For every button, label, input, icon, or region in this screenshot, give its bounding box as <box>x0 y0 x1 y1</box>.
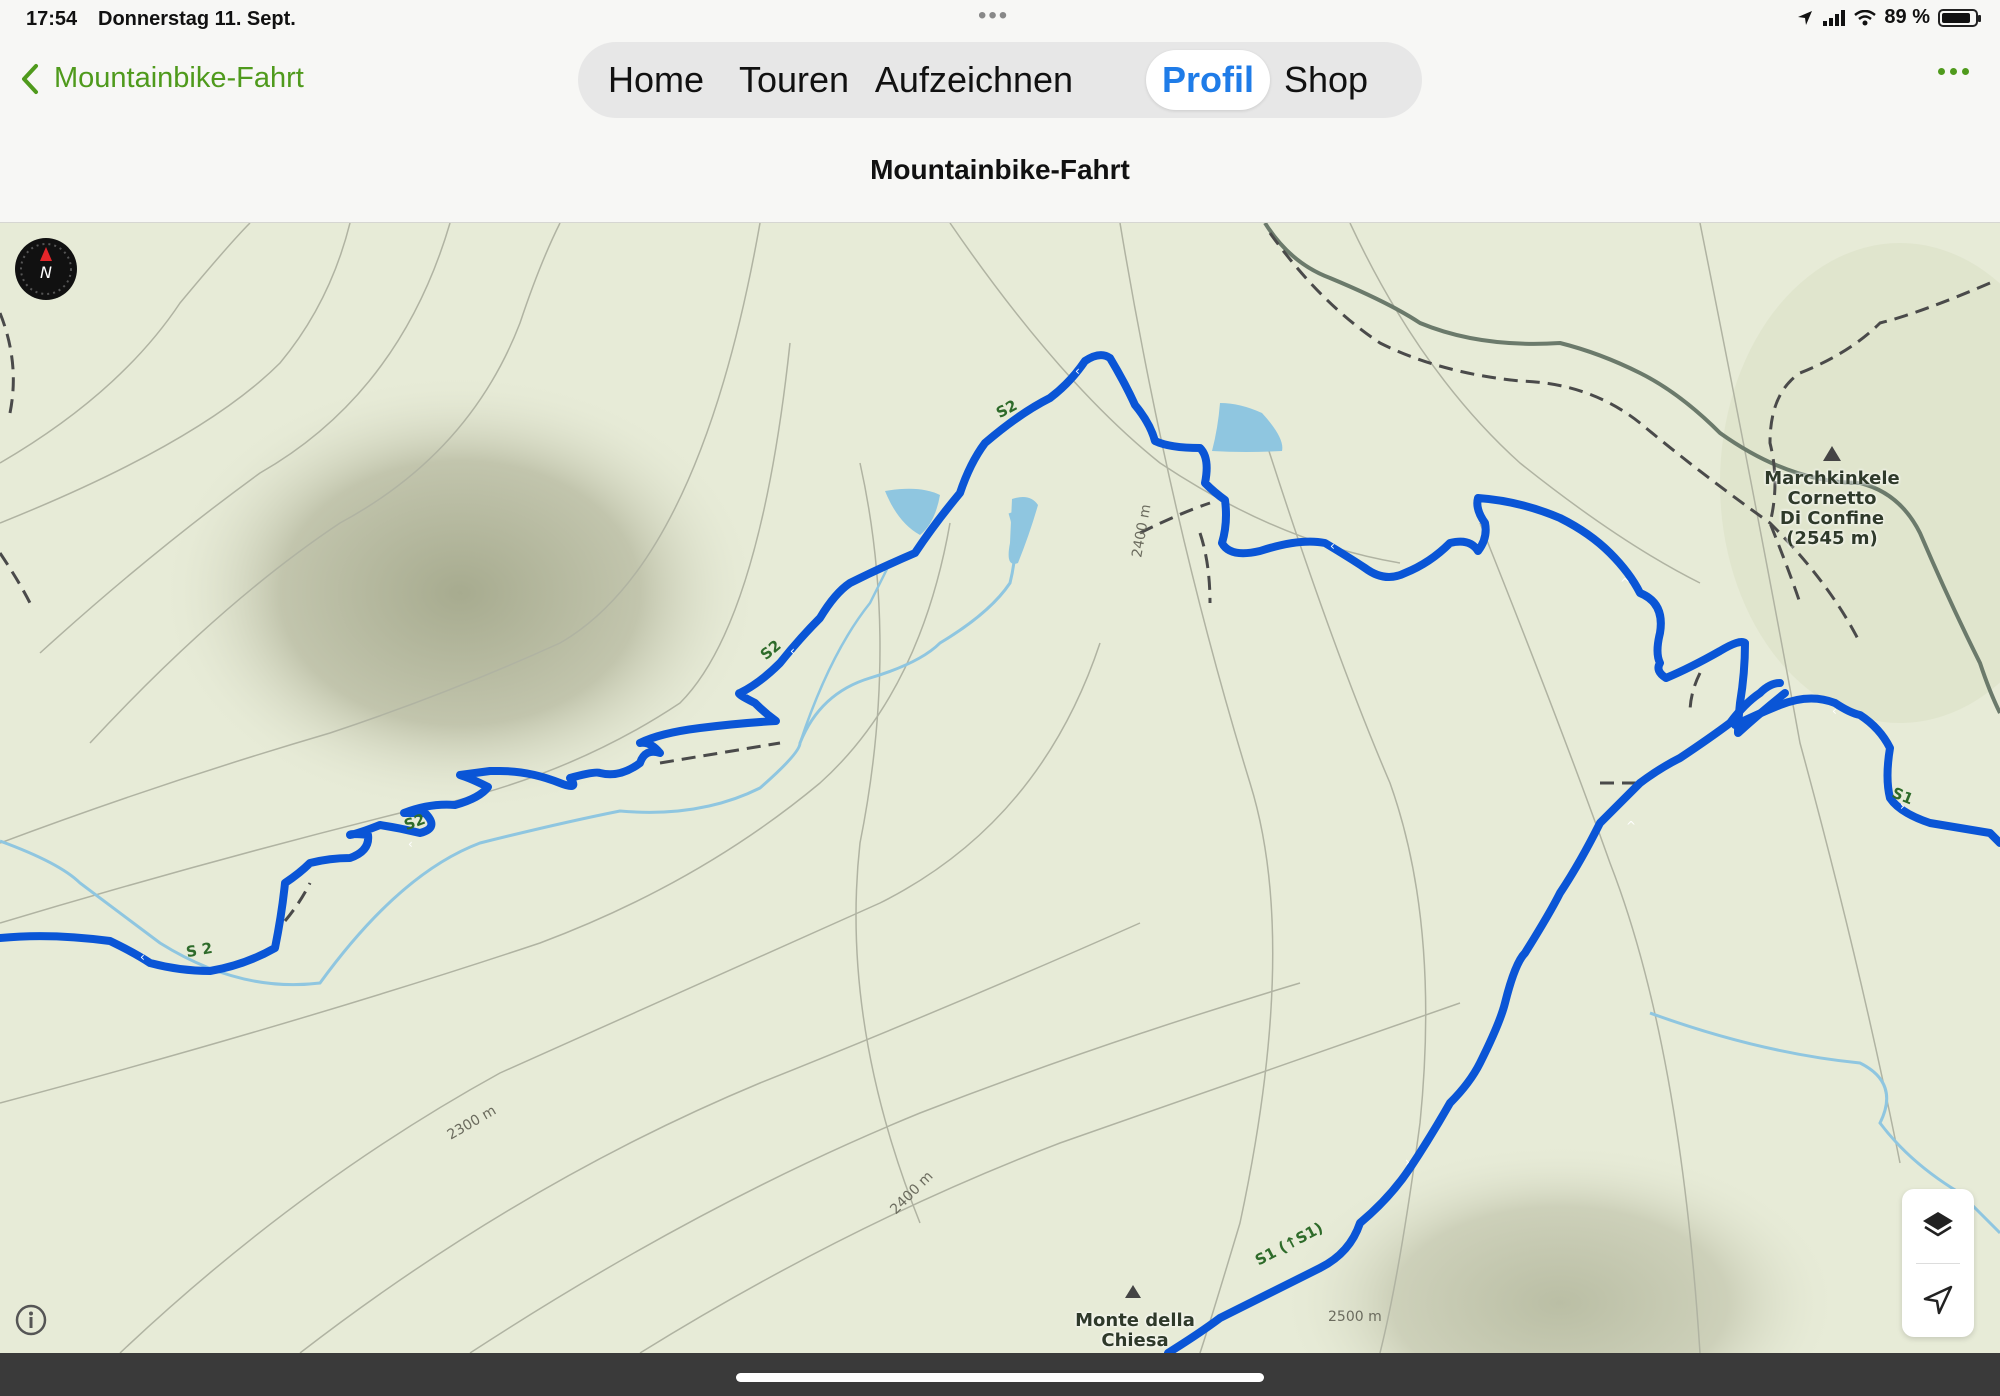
summit-label: Monte della Chiesa <box>1060 1311 1210 1351</box>
terrain-shading <box>160 373 760 813</box>
page-title: Mountainbike-Fahrt <box>870 154 1130 185</box>
compass-north-label: N <box>40 263 52 282</box>
svg-text:‹: ‹ <box>1075 364 1080 378</box>
tab-profil[interactable]: Profil <box>1146 50 1270 110</box>
summit-name: Di Confine <box>1779 508 1885 529</box>
svg-text:^: ^ <box>1620 576 1630 590</box>
location-services-icon <box>1798 10 1813 25</box>
tab-touren[interactable]: Touren <box>730 50 858 110</box>
contour-label: 2500 m <box>1328 1309 1382 1325</box>
svg-text:^: ^ <box>1626 819 1636 833</box>
map-canvas[interactable]: ‹ ‹ ‹ ‹ ‹ ^ ^ › ‹ › <box>0 223 2000 1353</box>
summit-elevation: (2545 m) <box>1786 528 1878 549</box>
layers-icon[interactable] <box>1902 1189 1974 1263</box>
compass-icon[interactable]: N <box>14 237 78 301</box>
tab-aufzeichnen[interactable]: Aufzeichnen <box>868 50 1080 110</box>
ellipsis-icon[interactable] <box>1930 60 1977 83</box>
svg-text:‹: ‹ <box>140 950 145 964</box>
map-controls <box>1902 1189 1974 1337</box>
battery-icon <box>1938 8 1981 27</box>
svg-text:›: › <box>1405 1155 1410 1169</box>
svg-text:‹: ‹ <box>1832 704 1837 718</box>
svg-text:‹: ‹ <box>408 837 413 851</box>
svg-text:‹: ‹ <box>790 644 795 658</box>
status-time: 17:54 <box>26 8 78 30</box>
summit-label: Marchkinkele Cornetto Di Confine (2545 m… <box>1752 469 1912 549</box>
summit-name: Marchkinkele <box>1764 468 1900 489</box>
tab-home[interactable]: Home <box>596 50 716 110</box>
main-tab-bar: Home Touren Aufzeichnen Profil Shop <box>578 42 1422 118</box>
battery-percent: 89 % <box>1884 6 1930 28</box>
cellular-signal-icon <box>1823 9 1846 26</box>
home-indicator[interactable] <box>736 1373 1264 1382</box>
back-label: Mountainbike-Fahrt <box>54 62 304 94</box>
summit-name: Monte della <box>1075 1310 1195 1331</box>
wifi-icon <box>1854 9 1877 25</box>
status-date: Donnerstag 11. Sept. <box>98 8 296 30</box>
svg-text:‹: ‹ <box>1330 539 1335 553</box>
status-right: 89 % <box>1796 6 1981 29</box>
location-arrow-icon[interactable] <box>1902 1263 1974 1337</box>
chevron-left-icon <box>22 63 38 94</box>
status-bar: 17:54 Donnerstag 11. Sept. ••• 89 % <box>0 0 2000 40</box>
back-button[interactable]: Mountainbike-Fahrt <box>20 62 304 95</box>
tab-shop[interactable]: Shop <box>1276 50 1376 110</box>
map-view[interactable]: ‹ ‹ ‹ ‹ ‹ ^ ^ › ‹ › Marchkinkele Cornett… <box>0 223 2000 1353</box>
multitasking-dots-icon[interactable]: ••• <box>978 2 1009 30</box>
info-icon[interactable] <box>14 1303 48 1337</box>
summit-name: Chiesa <box>1101 1330 1169 1351</box>
summit-name: Cornetto <box>1787 488 1877 509</box>
home-indicator-bar <box>0 1353 2000 1396</box>
